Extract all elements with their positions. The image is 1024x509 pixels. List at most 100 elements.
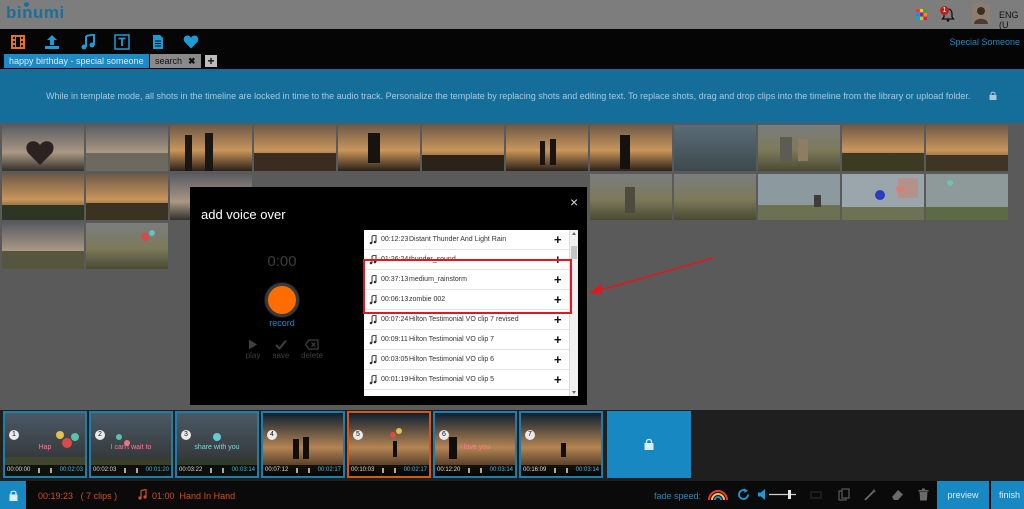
tab-template[interactable]: happy birthday - special someone xyxy=(4,54,149,68)
delete-button[interactable]: delete xyxy=(295,339,329,360)
annotation-highlight-box xyxy=(363,259,572,314)
audio-track-info[interactable]: 01:00 Hand In Hand xyxy=(152,491,235,501)
thumbnail[interactable] xyxy=(254,125,336,171)
total-duration-value: 00:19:23 xyxy=(38,491,74,501)
shot-length: 00:02:17 xyxy=(403,467,427,473)
preview-button[interactable]: preview xyxy=(937,481,989,509)
film-icon xyxy=(124,468,138,473)
shot-info: 00:12:20 00:03:14 xyxy=(435,465,515,476)
locked-slot xyxy=(607,411,691,478)
user-name[interactable]: Special Someone xyxy=(949,37,1020,47)
shot-start: 00:00:00 xyxy=(7,467,31,473)
track-name: Hilton Testimonial VO clip 7 xyxy=(409,336,495,343)
shot-start: 00:10:03 xyxy=(351,467,375,473)
finish-button[interactable]: finish xyxy=(991,481,1024,509)
shot-info: 00:07:12 00:02:17 xyxy=(263,465,343,476)
lock-icon xyxy=(989,91,997,100)
dialog-title: add voice over xyxy=(201,207,286,222)
thumbnail[interactable] xyxy=(842,125,924,171)
thumbnail[interactable] xyxy=(758,125,840,171)
banner-text: While in template mode, all shots in the… xyxy=(46,91,971,101)
language-selector[interactable]: ENG (U xyxy=(999,10,1024,30)
list-item[interactable]: 00:03:05 Hilton Testimonial VO clip 6 + xyxy=(364,350,569,370)
heart-icon[interactable] xyxy=(183,34,199,50)
list-item[interactable]: 00:01:19 Hilton Testimonial VO clip 5 + xyxy=(364,370,569,390)
eraser-icon[interactable] xyxy=(891,488,904,501)
thumbnail[interactable] xyxy=(590,125,672,171)
save-button[interactable]: save xyxy=(264,339,298,360)
note-icon xyxy=(369,335,377,345)
total-duration: 00:19:23 ( 7 clips ) xyxy=(38,491,117,501)
fade-speed-icon[interactable] xyxy=(707,488,729,501)
lock-icon xyxy=(9,490,18,501)
trash-icon[interactable] xyxy=(918,488,929,501)
plus-icon[interactable]: + xyxy=(554,313,562,326)
film-icon[interactable] xyxy=(10,34,26,50)
thumbnail[interactable] xyxy=(86,125,168,171)
music-icon[interactable] xyxy=(80,34,96,50)
shot-info: 00:00:00 00:02:03 xyxy=(5,465,85,476)
upload-icon[interactable] xyxy=(44,34,60,50)
close-icon[interactable]: × xyxy=(570,194,578,210)
plus-icon[interactable]: + xyxy=(554,353,562,366)
list-item[interactable]: 00:09:11 Hilton Testimonial VO clip 7 + xyxy=(364,330,569,350)
timeline-shot[interactable]: 7 00:16:09 00:03:14 xyxy=(519,411,603,478)
shot-caption: I can't wait to xyxy=(110,444,152,451)
grid-icon[interactable] xyxy=(916,9,927,20)
thumbnail[interactable] xyxy=(2,223,84,269)
plus-icon[interactable]: + xyxy=(554,333,562,346)
shot-info: 00:16:09 00:03:14 xyxy=(521,465,601,476)
record-label: record xyxy=(269,318,295,328)
scroll-down-icon[interactable] xyxy=(572,391,576,394)
timeline-shot[interactable]: 6 I love you 00:12:20 00:03:14 xyxy=(433,411,517,478)
shot-number: 7 xyxy=(525,430,535,440)
thumbnail[interactable] xyxy=(674,174,756,220)
shot-caption: I love you xyxy=(460,444,490,451)
thumbnail[interactable] xyxy=(758,174,840,220)
annotation-arrow-icon xyxy=(589,257,714,294)
thumbnail[interactable] xyxy=(422,125,504,171)
avatar[interactable] xyxy=(972,4,990,24)
thumbnail[interactable] xyxy=(338,125,420,171)
track-duration: 00:07:24 xyxy=(381,316,409,323)
document-icon[interactable] xyxy=(150,34,166,50)
refresh-icon[interactable] xyxy=(737,488,750,501)
plus-icon[interactable]: + xyxy=(554,233,562,246)
delete-label: delete xyxy=(301,351,323,360)
thumbnail[interactable] xyxy=(506,125,588,171)
text-icon[interactable] xyxy=(114,34,130,50)
timeline-shot[interactable]: 1 Hap 00:00:00 00:02:03 xyxy=(3,411,87,478)
list-item[interactable]: 00:12:23 Distant Thunder And Light Rain … xyxy=(364,230,569,250)
thumbnail[interactable] xyxy=(898,178,918,198)
timeline-shot-selected[interactable]: 5 00:10:03 00:02:17 xyxy=(347,411,431,478)
add-tab-button[interactable]: + xyxy=(205,55,217,67)
thumbnail[interactable] xyxy=(2,125,84,171)
close-icon[interactable]: ✖ xyxy=(188,56,196,66)
timeline-shot[interactable]: 2 I can't wait to 00:02:03 00:01:20 xyxy=(89,411,173,478)
top-bar: binumi 1 ENG (U xyxy=(0,0,1024,30)
volume-icon[interactable] xyxy=(757,488,797,501)
lock-button[interactable] xyxy=(0,481,26,509)
thumbnail[interactable] xyxy=(2,174,84,220)
shot-number: 2 xyxy=(95,430,105,440)
plus-icon[interactable]: + xyxy=(554,373,562,386)
timeline-shot[interactable]: 4 00:07:12 00:02:17 xyxy=(261,411,345,478)
thumbnail[interactable] xyxy=(674,125,756,171)
record-button[interactable] xyxy=(265,283,299,317)
bottom-bar: 00:19:23 ( 7 clips ) 01:00 Hand In Hand … xyxy=(0,481,1024,509)
copy-icon[interactable] xyxy=(838,488,850,501)
shot-length: 00:03:14 xyxy=(575,467,599,473)
scroll-up-icon[interactable] xyxy=(572,232,576,235)
thumbnail[interactable] xyxy=(170,125,252,171)
magic-wand-icon[interactable] xyxy=(864,488,877,501)
timeline-shot[interactable]: 3 share with you 00:03:22 00:03:14 xyxy=(175,411,259,478)
thumbnail[interactable] xyxy=(926,125,1008,171)
thumbnail[interactable] xyxy=(590,174,672,220)
tab-search[interactable]: search ✖ xyxy=(150,54,201,68)
thumbnail[interactable] xyxy=(86,223,168,269)
scrollbar-thumb[interactable] xyxy=(571,246,577,259)
disabled-icon xyxy=(810,491,822,499)
thumbnail[interactable] xyxy=(86,174,168,220)
app-logo[interactable]: binumi xyxy=(6,3,65,23)
film-icon xyxy=(554,468,568,473)
